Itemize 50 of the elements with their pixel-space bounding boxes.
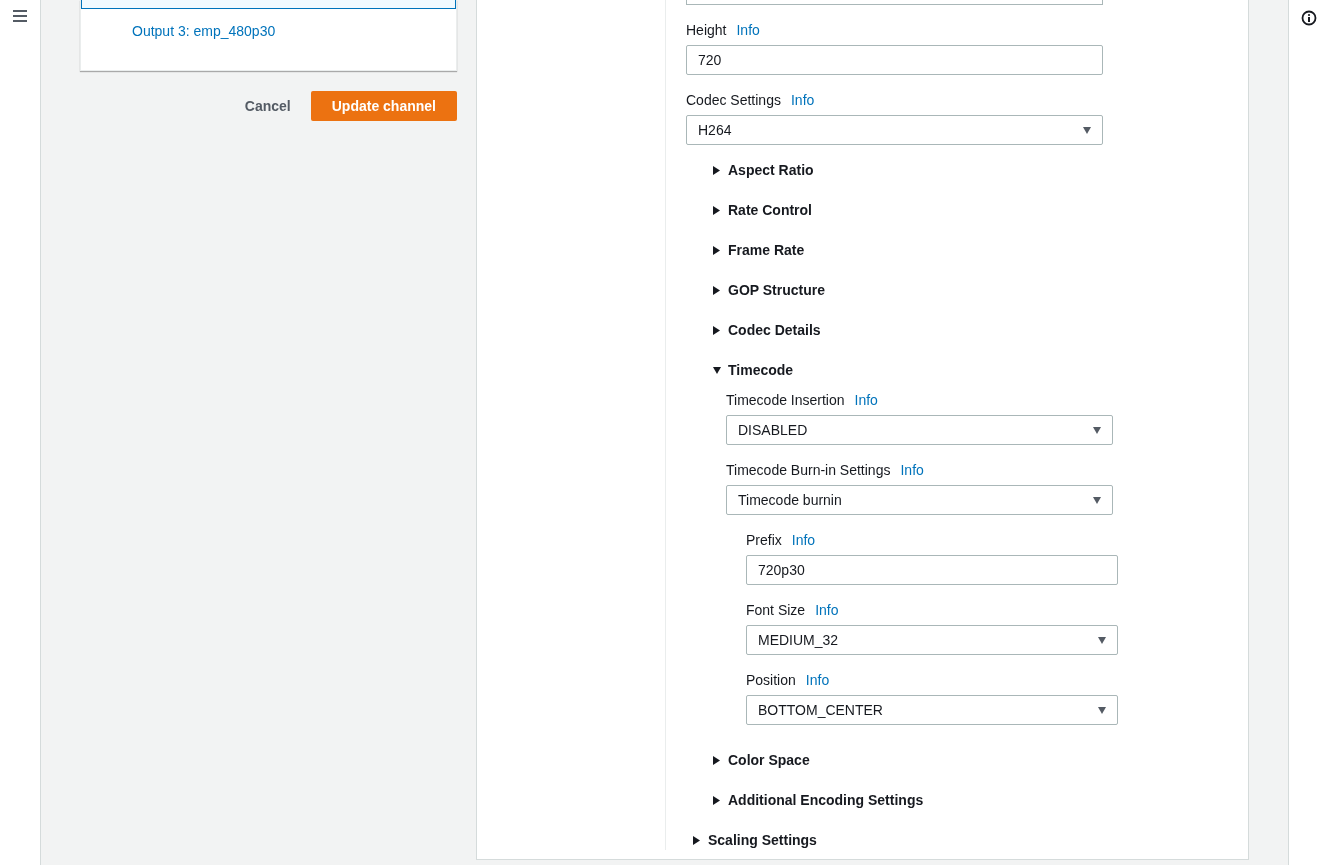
caret-icon — [713, 245, 721, 255]
output-link[interactable]: Output 3: emp_480p30 — [81, 9, 456, 70]
cancel-button[interactable]: Cancel — [244, 91, 291, 121]
dropdown[interactable]: Timecode burnin — [726, 485, 1113, 515]
input-field[interactable]: 720p30 — [746, 555, 1118, 585]
dropdown[interactable]: H264 — [686, 115, 1103, 145]
section-toggle[interactable]: Codec Details — [713, 310, 821, 350]
section-toggle[interactable]: GOP Structure — [713, 270, 825, 310]
dropdown-caret-icon — [1093, 426, 1101, 434]
section-toggle[interactable]: Timecode — [713, 350, 794, 390]
field-label: Prefix — [746, 530, 782, 550]
field-label: Timecode Burn-in Settings — [726, 460, 891, 480]
info-link[interactable]: Info — [736, 19, 760, 41]
input-field[interactable]: 720 — [686, 45, 1103, 75]
caret-icon — [713, 325, 721, 335]
section-toggle[interactable]: Color Space — [713, 740, 810, 780]
field-label: Font Size — [746, 600, 806, 620]
info-link[interactable]: Info — [854, 389, 878, 411]
field-label: Height — [686, 20, 727, 40]
section-toggle[interactable]: Scaling Settings — [693, 820, 817, 860]
caret-icon — [713, 285, 721, 295]
section-toggle[interactable]: Frame Rate — [713, 230, 805, 270]
info-icon[interactable] — [1300, 10, 1317, 26]
info-link[interactable]: Info — [900, 459, 924, 481]
dropdown-caret-icon — [1093, 496, 1101, 504]
caret-icon — [713, 755, 721, 765]
info-link[interactable]: Info — [815, 599, 839, 621]
caret-icon — [713, 205, 721, 215]
dropdown-caret-icon — [1083, 126, 1091, 134]
dropdown-caret-icon — [1098, 636, 1106, 644]
caret-icon — [693, 835, 701, 845]
section-toggle[interactable]: Aspect Ratio — [713, 150, 814, 190]
caret-icon — [713, 365, 721, 375]
caret-icon — [713, 795, 721, 805]
field-label: Codec Settings — [686, 90, 781, 110]
section-toggle[interactable]: Rate Control — [713, 190, 812, 230]
section-toggle[interactable]: Additional Encoding Settings — [713, 780, 924, 820]
dropdown-caret-icon — [1098, 706, 1106, 714]
dropdown[interactable]: DISABLED — [726, 415, 1113, 445]
field-label: Position — [746, 670, 796, 690]
info-link[interactable]: Info — [805, 669, 830, 691]
dropdown[interactable]: MEDIUM_32 — [746, 625, 1118, 655]
menu-icon[interactable] — [13, 10, 27, 22]
dropdown[interactable]: BOTTOM_CENTER — [746, 695, 1118, 725]
info-link[interactable]: Info — [790, 89, 815, 111]
info-link[interactable]: Info — [791, 529, 816, 551]
input-field[interactable] — [686, 0, 1103, 5]
selected-item-background[interactable] — [81, 0, 456, 9]
field-label: Timecode Insertion — [726, 390, 845, 410]
caret-icon — [713, 165, 721, 175]
